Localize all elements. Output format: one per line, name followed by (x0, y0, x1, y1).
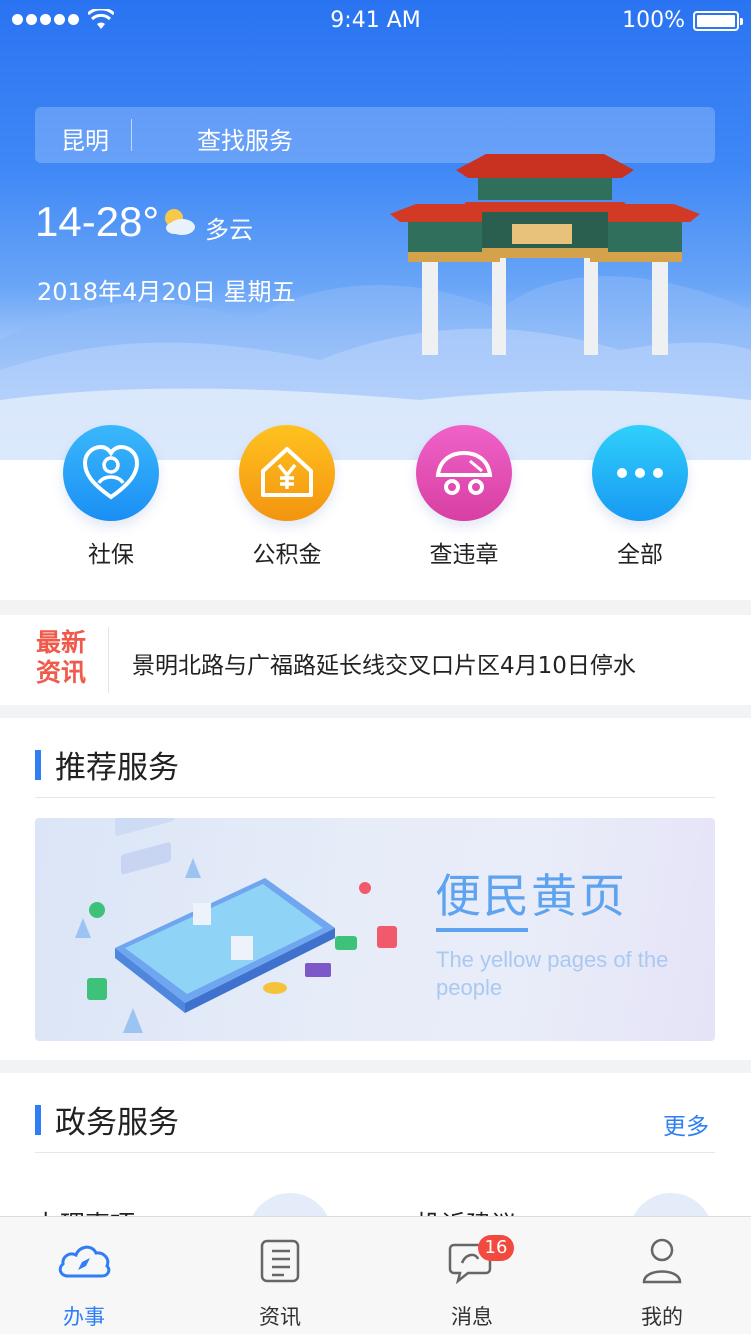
quick-service-label: 公积金 (252, 542, 322, 568)
yellow-pages-banner[interactable]: 便民黄页 The yellow pages of the people (35, 818, 715, 1041)
news-ticker[interactable]: 最新 资讯 景明北路与广福路延长线交叉口片区4月10日停水 (0, 615, 751, 705)
section-title: 推荐服务 (35, 742, 179, 787)
temperature: 14-28° (35, 198, 160, 245)
quick-service-traffic-violation[interactable]: 查违章 (389, 425, 539, 569)
status-bar: 9:41 AM 100% (0, 0, 751, 42)
partly-cloudy-icon (165, 209, 195, 235)
isometric-phone-illustration (75, 818, 397, 1033)
news-headline[interactable]: 景明北路与广福路延长线交叉口片区4月10日停水 (132, 646, 636, 680)
gov-services-section: 政务服务 更多 办理事项 投诉建议 (0, 1073, 751, 1233)
news-tag-line: 资讯 (36, 658, 87, 687)
tab-news[interactable]: 资讯 (220, 1231, 340, 1331)
profile-icon (602, 1231, 722, 1291)
tab-affairs[interactable]: 办事 (24, 1231, 144, 1331)
city-selector[interactable]: 昆明 (61, 121, 109, 156)
unread-badge: 16 (478, 1235, 514, 1261)
quick-service-label: 社保 (88, 542, 134, 568)
traffic-violation-icon (416, 425, 512, 521)
news-list-icon (220, 1231, 340, 1291)
tab-label: 消息 (451, 1305, 493, 1329)
message-icon: 16 (412, 1231, 532, 1291)
news-divider (108, 627, 109, 693)
recommended-section: 推荐服务 便民黄页 The yellow pages of the people (0, 718, 751, 1060)
tab-label: 资讯 (259, 1305, 301, 1329)
quick-service-label: 全部 (617, 542, 663, 568)
battery-icon (693, 11, 743, 31)
golden-horse-archway-illustration (390, 154, 700, 355)
news-tag-line: 最新 (36, 628, 87, 657)
quick-services: 社保 公积金 查违章 全部 (0, 425, 751, 575)
quick-service-label: 查违章 (429, 542, 499, 568)
banner-subtitle: The yellow pages of the people (436, 947, 669, 1000)
section-title: 政务服务 (35, 1097, 179, 1142)
tab-messages[interactable]: 16 消息 (412, 1231, 532, 1331)
tab-profile[interactable]: 我的 (602, 1231, 722, 1331)
more-icon (592, 425, 688, 521)
search-divider (131, 119, 132, 151)
quick-service-social-security[interactable]: 社保 (36, 425, 186, 569)
section-divider (35, 797, 715, 798)
banner-title: 便民黄页 (435, 869, 627, 923)
tab-bar: 办事 资讯 16 消息 我的 (0, 1216, 751, 1334)
news-tag: 最新 资讯 (36, 628, 96, 688)
more-link[interactable]: 更多 (663, 1107, 709, 1141)
tab-label: 办事 (63, 1305, 105, 1329)
weather-condition: 多云 (205, 216, 253, 244)
section-divider (35, 1152, 715, 1153)
tab-label: 我的 (641, 1305, 683, 1329)
compass-cloud-icon (24, 1231, 144, 1291)
housing-fund-icon (239, 425, 335, 521)
search-input[interactable]: 查找服务 (197, 121, 293, 156)
quick-service-all[interactable]: 全部 (565, 425, 715, 569)
quick-service-housing-fund[interactable]: 公积金 (212, 425, 362, 569)
date-text: 2018年4月20日 星期五 (37, 278, 296, 306)
banner-underline (436, 928, 528, 932)
battery-percent: 100% (622, 8, 685, 33)
social-security-icon (63, 425, 159, 521)
